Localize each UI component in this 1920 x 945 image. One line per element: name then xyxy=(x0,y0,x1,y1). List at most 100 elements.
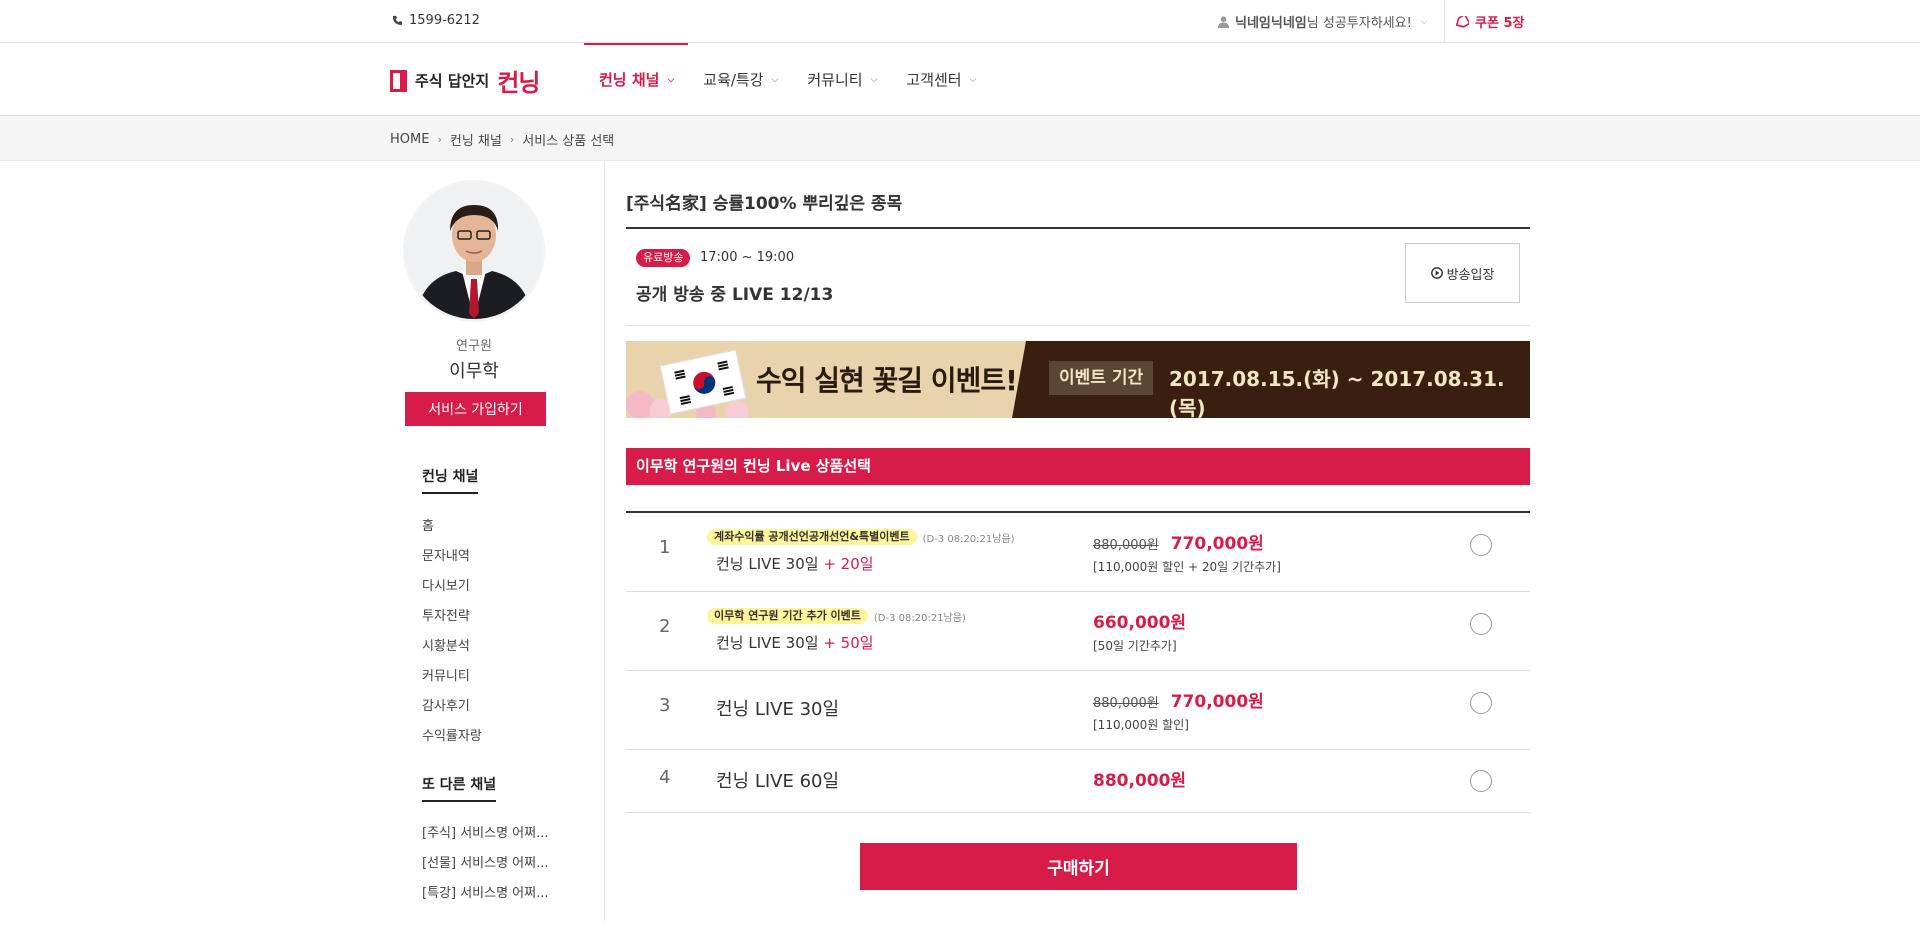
event-tag: 이무학 연구원 기간 추가 이벤트 xyxy=(707,608,868,624)
banner-headline: 수익 실현 꽃길 이벤트! xyxy=(756,364,1018,397)
status-badge: 유료방송 xyxy=(636,249,691,267)
product-radio[interactable] xyxy=(1470,692,1492,714)
enter-broadcast-button[interactable]: 방송입장 xyxy=(1405,243,1520,303)
sidebar-section-title: 컨닝 채널 xyxy=(422,466,479,494)
product-name: 컨닝 LIVE 30일 + 20일 xyxy=(716,553,874,574)
sidebar-item-community[interactable]: 커뮤니티 xyxy=(422,662,482,692)
user-icon xyxy=(1218,15,1229,28)
nav-item-channel[interactable]: 컨닝 채널 ⌵ xyxy=(584,43,689,116)
section-title: 이무학 연구원의 컨닝 Live 상품선택 xyxy=(626,448,1530,485)
broadcast-time: 17:00 ~ 19:00 xyxy=(700,250,795,265)
product-name: 컨닝 LIVE 60일 xyxy=(716,767,839,793)
original-price: 880,000원 xyxy=(1093,538,1159,553)
play-circle-icon xyxy=(1430,267,1443,279)
breadcrumb-home[interactable]: HOME xyxy=(390,132,429,147)
product-number: 4 xyxy=(659,767,671,788)
join-service-button[interactable]: 서비스 가입하기 xyxy=(405,392,546,426)
sidebar-item-home[interactable]: 홈 xyxy=(422,512,482,542)
avatar xyxy=(406,183,542,319)
chevron-down-icon: ⌵ xyxy=(969,74,977,85)
breadcrumb-current: 서비스 상품 선택 xyxy=(522,134,615,149)
sidebar-item-reviews[interactable]: 감사후기 xyxy=(422,692,482,722)
channel-link[interactable]: [선물] 서비스명 어쩌... xyxy=(422,849,549,879)
site-header: 주식 답안지 컨닝 컨닝 채널 ⌵ 교육/특강 ⌵ 커뮤니티 ⌵ 고객센터 ⌵ xyxy=(0,43,1920,116)
top-bar: 1599-6212 닉네임닉네임님 성공투자하세요! ⌵ 쿠폰 5장 xyxy=(0,0,1920,43)
sidebar-item-market-analysis[interactable]: 시황분석 xyxy=(422,632,482,662)
live-broadcast-box: 유료방송 17:00 ~ 19:00 공개 방송 중 LIVE 12/13 방송… xyxy=(626,229,1530,326)
sidebar-item-returns[interactable]: 수익률자랑 xyxy=(422,722,482,752)
product-number: 1 xyxy=(659,537,671,558)
product-name: 컨닝 LIVE 30일 + 50일 xyxy=(716,632,874,653)
product-radio[interactable] xyxy=(1470,534,1492,556)
researcher-portrait-icon xyxy=(406,183,542,319)
product-name-text: 컨닝 LIVE 30일 xyxy=(716,699,840,720)
nav-item-education[interactable]: 교육/특강 ⌵ xyxy=(688,43,792,116)
chevron-down-icon: ⌵ xyxy=(771,74,779,85)
product-row[interactable]: 4 컨닝 LIVE 60일 880,000원 xyxy=(626,750,1530,813)
product-name: 컨닝 LIVE 30일 xyxy=(716,695,839,721)
sidebar: 연구원 이무학 서비스 가입하기 컨닝 채널 홈 문자내역 다시보기 투자전략 … xyxy=(390,161,605,921)
channel-link[interactable]: [주식] 서비스명 어쩌... xyxy=(422,819,549,849)
phone-contact: 1599-6212 xyxy=(392,13,480,28)
user-menu[interactable]: 닉네임닉네임님 성공투자하세요! ⌵ xyxy=(1218,12,1428,31)
logo-subtitle: 주식 답안지 xyxy=(415,72,490,90)
product-radio[interactable] xyxy=(1470,613,1492,635)
sale-price: 880,000원 xyxy=(1093,771,1187,791)
original-price: 880,000원 xyxy=(1093,696,1159,711)
product-bonus: + 20일 xyxy=(823,555,874,573)
sidebar-section-title: 또 다른 채널 xyxy=(422,774,497,802)
countdown-text: (D-3 08:20:21남음) xyxy=(922,533,1015,545)
countdown-text: (D-3 08:20:21남음) xyxy=(873,612,966,624)
price-box: 660,000원 [50일 기간추가] xyxy=(1093,608,1186,654)
sidebar-item-strategy[interactable]: 투자전략 xyxy=(422,602,482,632)
coupon-link[interactable]: 쿠폰 5장 xyxy=(1455,12,1524,31)
logo-mark-icon xyxy=(390,69,407,92)
nav-item-support[interactable]: 고객센터 ⌵ xyxy=(891,43,990,116)
site-logo[interactable]: 주식 답안지 컨닝 xyxy=(390,63,540,98)
product-row[interactable]: 1 계좌수익률 공개선언공개선언&특별이벤트 (D-3 08:20:21남음) … xyxy=(626,513,1530,592)
price-note: [110,000원 할인] xyxy=(1093,718,1189,732)
sidebar-item-messages[interactable]: 문자내역 xyxy=(422,542,482,572)
nav-item-label: 커뮤니티 xyxy=(807,71,863,89)
product-name-text: 컨닝 LIVE 30일 xyxy=(716,555,819,573)
price-note: [110,000원 할인 + 20일 기간추가] xyxy=(1093,560,1281,574)
product-row[interactable]: 2 이무학 연구원 기간 추가 이벤트 (D-3 08:20:21남음) 컨닝 … xyxy=(626,592,1530,671)
chevron-right-icon: › xyxy=(509,133,515,146)
sidebar-menu: 홈 문자내역 다시보기 투자전략 시황분석 커뮤니티 감사후기 수익률자랑 xyxy=(422,512,482,752)
purchase-button[interactable]: 구매하기 xyxy=(860,843,1297,890)
product-number: 3 xyxy=(659,695,671,716)
phone-number: 1599-6212 xyxy=(409,13,480,28)
product-bonus: + 50일 xyxy=(823,634,874,652)
coupon-count: 쿠폰 5장 xyxy=(1475,16,1525,31)
phone-icon xyxy=(392,15,403,26)
product-number: 2 xyxy=(659,616,671,637)
sale-price: 770,000원 xyxy=(1170,534,1264,554)
nav-item-label: 컨닝 채널 xyxy=(599,71,660,89)
product-name-text: 컨닝 LIVE 60일 xyxy=(716,771,840,792)
researcher-role: 연구원 xyxy=(456,339,492,354)
chevron-down-icon: ⌵ xyxy=(667,74,675,85)
nav-item-label: 고객센터 xyxy=(906,71,962,89)
product-row[interactable]: 3 컨닝 LIVE 30일 880,000원 770,000원 [110,000원… xyxy=(626,671,1530,750)
sale-price: 660,000원 xyxy=(1093,613,1187,633)
nav-item-community[interactable]: 커뮤니티 ⌵ xyxy=(792,43,891,116)
event-tag: 계좌수익률 공개선언공개선언&특별이벤트 xyxy=(707,529,917,545)
channel-link[interactable]: [특강] 서비스명 어쩌... xyxy=(422,879,549,909)
event-banner[interactable]: 수익 실현 꽃길 이벤트! 이벤트 기간 2017.08.15.(화) ~ 20… xyxy=(626,341,1530,418)
page-title: [주식名家] 승률100% 뿌리깊은 종목 xyxy=(626,194,903,214)
product-name-text: 컨닝 LIVE 30일 xyxy=(716,634,819,652)
chevron-right-icon: › xyxy=(437,133,442,146)
product-event-line: 계좌수익률 공개선언공개선언&특별이벤트 (D-3 08:20:21남음) xyxy=(707,529,1015,545)
chevron-down-icon: ⌵ xyxy=(1420,16,1428,27)
product-radio[interactable] xyxy=(1470,770,1492,792)
nav-item-label: 교육/특강 xyxy=(703,71,764,89)
price-box: 880,000원 770,000원 [110,000원 할인] xyxy=(1093,687,1264,733)
flower-decoration xyxy=(726,401,748,418)
enter-broadcast-label: 방송입장 xyxy=(1446,267,1495,283)
breadcrumb-channel[interactable]: 컨닝 채널 xyxy=(450,130,502,149)
broadcast-title: 공개 방송 중 LIVE 12/13 xyxy=(636,285,834,305)
price-box: 880,000원 770,000원 [110,000원 할인 + 20일 기간추가… xyxy=(1093,529,1281,575)
breadcrumb: HOME › 컨닝 채널 › 서비스 상품 선택 xyxy=(390,130,614,149)
user-greeting: 님 성공투자하세요! xyxy=(1306,16,1412,31)
sidebar-item-replay[interactable]: 다시보기 xyxy=(422,572,482,602)
